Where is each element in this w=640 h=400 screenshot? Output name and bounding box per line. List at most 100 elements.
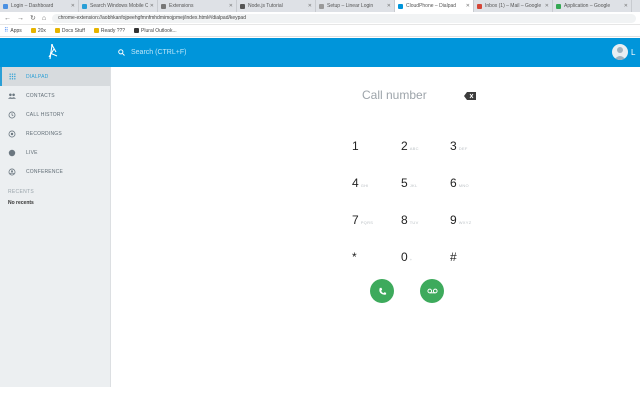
- close-icon[interactable]: ✕: [71, 3, 75, 9]
- dialpad-key-2[interactable]: 2 ABC: [401, 139, 441, 159]
- close-icon[interactable]: ✕: [466, 3, 470, 9]
- dialpad-key-4[interactable]: 4 GHI: [352, 176, 392, 196]
- home-icon[interactable]: ⌂: [42, 15, 46, 22]
- sidebar-item-label: DIALPAD: [26, 73, 49, 80]
- folder-icon: [30, 28, 36, 33]
- avatar[interactable]: [612, 44, 628, 60]
- key-digit: 6: [450, 176, 457, 190]
- browser-tab[interactable]: Node.js Tutorial ✕: [237, 0, 316, 12]
- apps-icon: ⠿: [4, 28, 9, 34]
- call-number-input[interactable]: Call number: [362, 88, 462, 102]
- sidebar-item-label: LIVE: [26, 149, 38, 156]
- key-digit: 1: [352, 139, 359, 153]
- browser-tab[interactable]: Extensions ✕: [158, 0, 237, 12]
- key-digit: #: [450, 250, 457, 264]
- tab-title: Application – Google: [564, 3, 611, 9]
- tab-title: Inbox (1) – Mail – Google: [485, 3, 542, 9]
- reload-icon[interactable]: ↻: [30, 14, 36, 22]
- tab-title: CloudPhone – Dialpad: [406, 3, 457, 9]
- key-digit: 5: [401, 176, 408, 190]
- recordings-icon: [8, 130, 16, 138]
- key-digit: 0: [401, 250, 408, 264]
- voicemail-button[interactable]: [420, 279, 444, 303]
- key-digit: 4: [352, 176, 359, 190]
- dialpad-key-7[interactable]: 7 PQRS: [352, 213, 392, 233]
- app-header: Search (CTRL+F) L: [0, 38, 640, 67]
- dialpad-key-5[interactable]: 5 JKL: [401, 176, 441, 196]
- bookmark-item[interactable]: Plural Outlook...: [134, 28, 177, 34]
- bookmark-label: Apps: [10, 27, 22, 34]
- key-letters: +: [409, 257, 413, 262]
- close-icon[interactable]: ✕: [387, 3, 391, 9]
- tab-favicon: [3, 3, 8, 9]
- close-icon[interactable]: ✕: [624, 3, 628, 9]
- browser-tab[interactable]: Application – Google ✕: [553, 0, 632, 12]
- sidebar-item-label: CALL HISTORY: [26, 111, 65, 118]
- tab-title: Search Windows Mobile Ca: [90, 3, 148, 9]
- browser-tab[interactable]: Setup – Linear Login ✕: [316, 0, 395, 12]
- browser-tab-active[interactable]: CloudPhone – Dialpad ✕: [395, 0, 474, 12]
- url-field[interactable]: chrome-extension://aobhkanfojpeehgfmnfmh…: [52, 13, 636, 23]
- dialpad-key-8[interactable]: 8 TUV: [401, 213, 441, 233]
- dialpad-key-1[interactable]: 1: [352, 139, 392, 159]
- search-box[interactable]: Search (CTRL+F): [118, 45, 308, 59]
- sidebar-item-label: RECORDINGS: [26, 130, 62, 137]
- forward-icon[interactable]: →: [17, 15, 24, 22]
- close-icon[interactable]: ✕: [150, 3, 154, 9]
- dialpad-key-9[interactable]: 9 WXYZ: [450, 213, 490, 233]
- key-digit: 3: [450, 139, 457, 153]
- sidebar-item-conference[interactable]: CONFERENCE: [0, 162, 110, 181]
- avatar-label[interactable]: L: [631, 48, 635, 57]
- backspace-icon[interactable]: [464, 92, 476, 100]
- tab-title: Login – Dashboard: [11, 3, 54, 9]
- recents-title: RECENTS: [8, 189, 34, 195]
- tab-favicon: [319, 3, 324, 9]
- key-letters: MNO: [458, 183, 469, 188]
- tab-title: Extensions: [169, 3, 194, 9]
- app-logo-icon[interactable]: [44, 43, 62, 61]
- contacts-icon: [8, 92, 16, 100]
- close-icon[interactable]: ✕: [308, 3, 312, 9]
- sidebar: DIALPAD CONTACTS CALL HISTORY RECORDINGS…: [0, 67, 111, 387]
- bookmark-label: Plural Outlook...: [141, 27, 177, 34]
- call-button[interactable]: [370, 279, 394, 303]
- sidebar-item-recordings[interactable]: RECORDINGS: [0, 124, 110, 143]
- dialpad-key-6[interactable]: 6 MNO: [450, 176, 490, 196]
- bookmark-label: 20x: [37, 27, 46, 34]
- page-bottom-edge: [0, 387, 640, 400]
- bookmark-item[interactable]: 20x: [30, 27, 46, 34]
- sidebar-item-label: CONFERENCE: [26, 168, 64, 175]
- no-recents-text: No recents: [8, 200, 34, 206]
- key-letters: JKL: [409, 183, 418, 188]
- bookmarks-bar: ⠿ Apps 20x Docs Stuff Ready ??? Plural Ou…: [0, 25, 640, 37]
- tab-title: Node.js Tutorial: [248, 3, 283, 9]
- tab-favicon: [82, 3, 87, 9]
- browser-tab[interactable]: Search Windows Mobile Ca ✕: [79, 0, 158, 12]
- bookmark-item[interactable]: Ready ???: [93, 28, 125, 34]
- back-icon[interactable]: ←: [4, 15, 11, 22]
- close-icon[interactable]: ✕: [545, 3, 549, 9]
- dialpad-panel: Call number 1 2 ABC 3 DEF 4 GHI 5 JKL 6 MNO 7…: [112, 67, 640, 387]
- dialpad-key-star[interactable]: *: [352, 250, 392, 270]
- key-letters: WXYZ: [458, 220, 472, 225]
- dialpad-key-3[interactable]: 3 DEF: [450, 139, 490, 159]
- key-digit: 2: [401, 139, 408, 153]
- browser-tab[interactable]: Login – Dashboard ✕: [0, 0, 79, 12]
- sidebar-item-contacts[interactable]: CONTACTS: [0, 86, 110, 105]
- sidebar-item-call-history[interactable]: CALL HISTORY: [0, 105, 110, 124]
- browser-tab[interactable]: Inbox (1) – Mail – Google ✕: [474, 0, 553, 12]
- dialpad-icon: [8, 73, 16, 81]
- bookmark-apps[interactable]: ⠿ Apps: [4, 27, 22, 35]
- tab-favicon: [240, 3, 245, 9]
- bookmark-item[interactable]: Docs Stuff: [54, 28, 85, 34]
- browser-tab-strip: Login – Dashboard ✕ Search Windows Mobile…: [0, 0, 640, 12]
- sidebar-item-live[interactable]: LIVE: [0, 143, 110, 162]
- user-icon: [614, 47, 626, 60]
- dialpad-key-0[interactable]: 0 +: [401, 250, 441, 270]
- dialpad-key-hash[interactable]: #: [450, 250, 490, 270]
- sidebar-item-dialpad[interactable]: DIALPAD: [0, 67, 110, 86]
- voicemail-icon: [426, 288, 438, 294]
- key-digit: *: [352, 250, 357, 264]
- history-icon: [8, 111, 16, 119]
- close-icon[interactable]: ✕: [229, 3, 233, 9]
